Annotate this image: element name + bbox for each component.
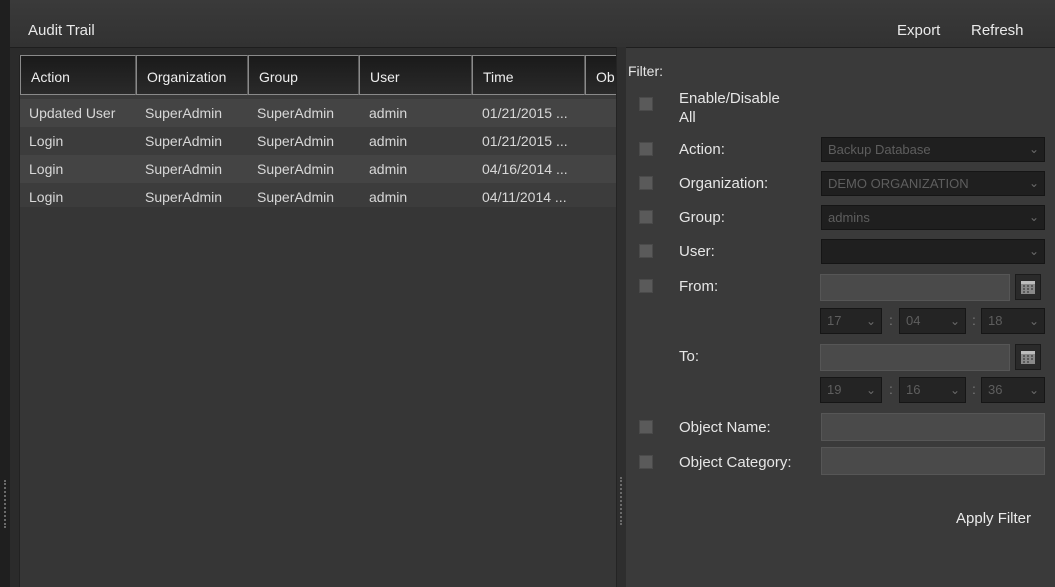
from-second-value: 18 <box>988 313 1003 328</box>
to-date-input[interactable] <box>820 344 1010 371</box>
cell-user: admin <box>369 161 408 177</box>
group-checkbox[interactable] <box>639 210 653 224</box>
chevron-down-icon: ⌄ <box>1028 176 1039 190</box>
cell-action: Updated User <box>29 105 116 121</box>
to-calendar-button[interactable] <box>1015 344 1041 370</box>
from-hour-select[interactable]: 17 ⌄ <box>820 308 882 334</box>
chevron-down-icon: ⌄ <box>865 314 876 328</box>
table-header: Action Organization Group User Time Ob <box>20 55 617 95</box>
group-select[interactable]: admins ⌄ <box>821 205 1045 230</box>
cell-time: 01/21/2015 ... <box>482 133 568 149</box>
user-checkbox[interactable] <box>639 244 653 258</box>
time-separator: : <box>972 312 976 328</box>
cell-group: SuperAdmin <box>257 133 335 149</box>
time-separator: : <box>889 312 893 328</box>
chevron-down-icon: ⌄ <box>1028 244 1039 258</box>
chevron-down-icon: ⌄ <box>1028 314 1039 328</box>
cell-action: Login <box>29 133 64 149</box>
from-calendar-button[interactable] <box>1015 274 1041 300</box>
panel-splitter[interactable] <box>616 47 626 587</box>
group-label: Group: <box>679 209 725 226</box>
cell-time: 01/21/2015 ... <box>482 105 568 121</box>
chevron-down-icon: ⌄ <box>1028 383 1039 397</box>
table-row[interactable]: Login SuperAdmin SuperAdmin admin 01/21/… <box>20 127 617 155</box>
calendar-icon <box>1021 281 1035 294</box>
cell-organization: SuperAdmin <box>145 161 223 177</box>
to-second-select[interactable]: 36 ⌄ <box>981 377 1045 403</box>
object-name-input[interactable] <box>821 413 1045 441</box>
to-minute-value: 16 <box>906 382 921 397</box>
user-select[interactable]: ⌄ <box>821 239 1045 264</box>
from-second-select[interactable]: 18 ⌄ <box>981 308 1045 334</box>
table-empty-area <box>20 207 617 587</box>
audit-table: Action Organization Group User Time Ob U… <box>19 55 617 587</box>
chevron-down-icon: ⌄ <box>1028 210 1039 224</box>
cell-action: Login <box>29 161 64 177</box>
enable-all-label: Enable/Disable <box>679 90 780 107</box>
from-minute-select[interactable]: 04 ⌄ <box>899 308 966 334</box>
user-label: User: <box>679 243 715 260</box>
resize-grip[interactable] <box>4 480 8 528</box>
column-header-organization[interactable]: Organization <box>136 55 248 95</box>
calendar-icon <box>1021 351 1035 364</box>
time-separator: : <box>972 381 976 397</box>
action-checkbox[interactable] <box>639 142 653 156</box>
to-hour-value: 19 <box>827 382 842 397</box>
filter-panel: Filter: Enable/Disable All Action: Backu… <box>626 48 1055 587</box>
column-header-group[interactable]: Group <box>248 55 359 95</box>
enable-all-label-2: All <box>679 109 696 126</box>
action-select-value: Backup Database <box>828 142 931 157</box>
column-header-user[interactable]: User <box>359 55 472 95</box>
table-row[interactable]: Updated User SuperAdmin SuperAdmin admin… <box>20 99 617 127</box>
to-minute-select[interactable]: 16 ⌄ <box>899 377 966 403</box>
column-header-object[interactable]: Ob <box>585 55 617 95</box>
filter-heading: Filter: <box>628 63 663 79</box>
cell-group: SuperAdmin <box>257 161 335 177</box>
apply-filter-button[interactable]: Apply Filter <box>956 510 1031 527</box>
from-minute-value: 04 <box>906 313 921 328</box>
to-second-value: 36 <box>988 382 1003 397</box>
from-label: From: <box>679 278 719 295</box>
organization-select-value: DEMO ORGANIZATION <box>828 176 969 191</box>
organization-checkbox[interactable] <box>639 176 653 190</box>
cell-organization: SuperAdmin <box>145 133 223 149</box>
title-bar: Audit Trail Export Refresh <box>0 0 1055 48</box>
table-row[interactable]: Login SuperAdmin SuperAdmin admin 04/16/… <box>20 155 617 183</box>
object-name-checkbox[interactable] <box>639 420 653 434</box>
cell-user: admin <box>369 105 408 121</box>
object-name-label: Object Name: <box>679 419 771 436</box>
enable-all-checkbox[interactable] <box>639 97 653 111</box>
export-button[interactable]: Export <box>897 22 940 39</box>
splitter-grip[interactable] <box>620 477 624 525</box>
to-hour-select[interactable]: 19 ⌄ <box>820 377 882 403</box>
organization-label: Organization: <box>679 175 769 192</box>
action-label: Action: <box>679 141 725 158</box>
from-checkbox[interactable] <box>639 279 653 293</box>
from-date-input[interactable] <box>820 274 1010 301</box>
action-select[interactable]: Backup Database ⌄ <box>821 137 1045 162</box>
group-select-value: admins <box>828 210 870 225</box>
window-edge <box>0 0 10 587</box>
column-header-time[interactable]: Time <box>472 55 585 95</box>
organization-select[interactable]: DEMO ORGANIZATION ⌄ <box>821 171 1045 196</box>
refresh-button[interactable]: Refresh <box>971 22 1024 39</box>
object-category-checkbox[interactable] <box>639 455 653 469</box>
cell-time: 04/16/2014 ... <box>482 161 568 177</box>
chevron-down-icon: ⌄ <box>1028 142 1039 156</box>
time-separator: : <box>889 381 893 397</box>
column-header-action[interactable]: Action <box>20 55 136 95</box>
cell-group: SuperAdmin <box>257 105 335 121</box>
chevron-down-icon: ⌄ <box>865 383 876 397</box>
object-category-input[interactable] <box>821 447 1045 475</box>
page-title: Audit Trail <box>28 22 95 39</box>
to-label: To: <box>679 348 700 365</box>
chevron-down-icon: ⌄ <box>949 314 960 328</box>
cell-organization: SuperAdmin <box>145 105 223 121</box>
from-hour-value: 17 <box>827 313 842 328</box>
chevron-down-icon: ⌄ <box>949 383 960 397</box>
cell-user: admin <box>369 133 408 149</box>
object-category-label: Object Category: <box>679 454 792 471</box>
